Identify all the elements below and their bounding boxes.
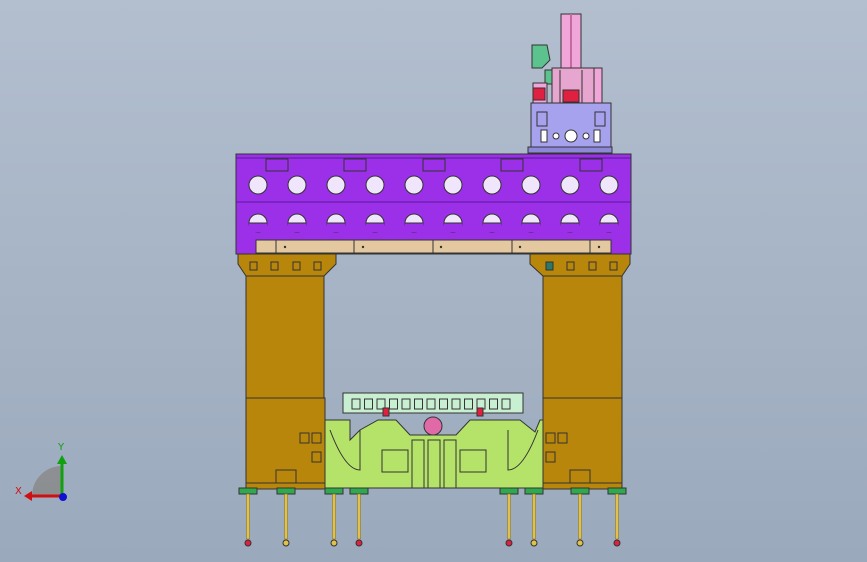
- anchor-rod: [332, 493, 336, 540]
- top-drive-unit[interactable]: [527, 13, 613, 154]
- crossbeam-pocket: [500, 158, 524, 172]
- crossbeam[interactable]: [235, 153, 632, 255]
- anchor-plate: [524, 487, 544, 495]
- red-block: [532, 87, 546, 101]
- die-slot: [439, 398, 448, 410]
- x-axis-label: X: [15, 486, 22, 497]
- die-slot: [364, 398, 373, 410]
- crossbeam-hole: [443, 175, 463, 195]
- die-slot: [451, 398, 461, 410]
- crossbeam-pocket: [579, 158, 603, 172]
- pink-post-right: [593, 67, 603, 105]
- die-slot: [351, 398, 361, 410]
- cad-viewport[interactable]: [0, 0, 867, 562]
- crossbeam-hole: [482, 175, 502, 195]
- crossbeam-pocket: [422, 158, 446, 172]
- anchor-rod: [507, 493, 511, 540]
- foundation-anchors: [238, 487, 627, 547]
- die-slot: [489, 398, 498, 410]
- crossbeam-pocket: [343, 158, 367, 172]
- anchor-nut: [576, 539, 584, 547]
- teal-marker: [545, 261, 554, 271]
- z-axis-dot: [59, 493, 67, 501]
- anchor-nut: [505, 539, 513, 547]
- anchor-rod: [246, 493, 250, 540]
- housing-base-plate: [527, 146, 613, 154]
- crossbeam-hole: [326, 175, 346, 195]
- green-bracket: [531, 44, 551, 69]
- crossbeam-hole: [248, 175, 268, 195]
- housing-bore: [564, 129, 578, 143]
- y-axis-label: Y: [58, 442, 65, 453]
- anchor-plate: [238, 487, 258, 495]
- crossbeam-hole: [599, 175, 619, 195]
- anchor-nut: [355, 539, 363, 547]
- anchor-plate: [324, 487, 344, 495]
- anchor-plate: [499, 487, 519, 495]
- die-slot: [464, 398, 473, 410]
- anchor-plate: [570, 487, 590, 495]
- drive-housing[interactable]: [530, 102, 612, 152]
- anchor-nut: [244, 539, 252, 547]
- die-slot: [401, 398, 411, 410]
- anchor-nut: [530, 539, 538, 547]
- anchor-plate: [607, 487, 627, 495]
- die-slot: [426, 398, 436, 410]
- crossbeam-pocket: [265, 158, 289, 172]
- anchor-plate: [349, 487, 369, 495]
- crossbeam-hole: [521, 175, 541, 195]
- red-block-right: [562, 89, 580, 103]
- crossbeam-hole: [287, 175, 307, 195]
- anchor-nut: [330, 539, 338, 547]
- right-column[interactable]: [529, 253, 631, 490]
- coordinate-triad: [24, 455, 67, 501]
- rod-inner-line: [570, 14, 572, 74]
- anchor-rod: [615, 493, 619, 540]
- crossbeam-hole: [365, 175, 385, 195]
- anchor-rod: [284, 493, 288, 540]
- die-slot: [501, 398, 511, 410]
- anchor-nut: [282, 539, 290, 547]
- triad-plane-shadow: [32, 466, 62, 496]
- crossbeam-hole: [404, 175, 424, 195]
- die-slot: [414, 398, 423, 410]
- die-center-boss: [423, 416, 443, 436]
- anchor-rod: [532, 493, 536, 540]
- die-slot: [389, 398, 398, 410]
- anchor-plate: [276, 487, 296, 495]
- anchor-nut: [613, 539, 621, 547]
- anchor-rod: [578, 493, 582, 540]
- crossbeam-hole: [560, 175, 580, 195]
- anchor-rod: [357, 493, 361, 540]
